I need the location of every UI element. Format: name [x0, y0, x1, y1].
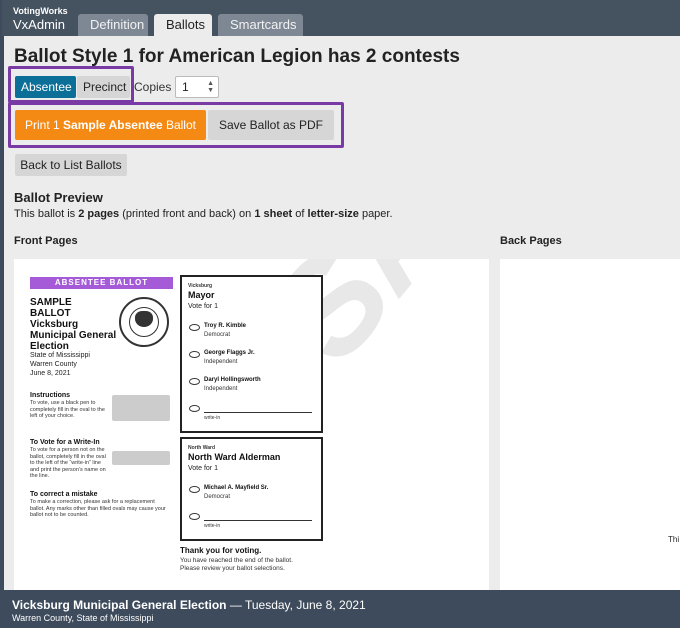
candidate-oval[interactable] [189, 486, 200, 493]
desc-part-4: paper. [358, 208, 393, 220]
candidate-name: George Flaggs Jr. [204, 350, 255, 356]
brand-app: VxAdmin [13, 17, 66, 32]
writein-label: write-in [204, 523, 221, 529]
candidate-name: Daryl Hollingsworth [204, 377, 261, 383]
ballot-sub-line: Warren County [30, 361, 77, 368]
desc-part-3: of [292, 208, 308, 220]
candidate-oval[interactable] [189, 351, 200, 358]
mistake-heading: To correct a mistake [30, 491, 98, 498]
writein-line[interactable] [204, 520, 312, 521]
writein-label: write-in [204, 415, 221, 421]
print-bold: Sample Absentee [63, 118, 163, 132]
contest-vote-for: Vote for 1 [188, 303, 218, 310]
print-suffix: Ballot [162, 118, 196, 132]
mistake-text: To make a correction, please ask for a r… [30, 499, 166, 518]
brand-org: VotingWorks [13, 6, 68, 16]
back-page-text: Thi [668, 535, 680, 544]
back-to-list-button[interactable]: Back to List Ballots [15, 154, 127, 176]
thanks-heading: Thank you for voting. [180, 546, 262, 555]
copies-input[interactable]: 1 ▲ ▼ [175, 76, 219, 98]
ballot-sub-line: June 8, 2021 [30, 370, 71, 377]
ballot-head-line: Municipal General [30, 330, 117, 341]
election-date: Tuesday, June 8, 2021 [244, 598, 366, 612]
contest-jurisdiction: Vicksburg [188, 283, 213, 289]
desc-size: letter-size [307, 208, 359, 220]
writein-illustration-icon [112, 451, 170, 465]
top-nav: VotingWorks VxAdmin Definition Ballots S… [2, 0, 680, 36]
absentee-banner: ABSENTEE BALLOT [30, 277, 173, 289]
ballot-back-page: Thi [500, 259, 680, 590]
contest-mayor: Vicksburg Mayor Vote for 1 Troy R. Kimbl… [180, 275, 323, 433]
print-ballot-button[interactable]: Print 1 Sample Absentee Ballot [15, 110, 206, 140]
tab-definition[interactable]: Definition [78, 14, 148, 36]
contest-vote-for: Vote for 1 [188, 465, 218, 472]
ballot-sub-line: State of Mississippi [30, 352, 90, 359]
preview-description: This ballot is 2 pages (printed front an… [14, 208, 393, 220]
candidate-party: Independent [204, 386, 238, 392]
writein-heading: To Vote for a Write-In [30, 439, 100, 446]
candidate-party: Democrat [204, 494, 231, 500]
thanks-text: You have reached the end of the ballot. … [180, 557, 293, 572]
contest-title: North Ward Alderman [188, 452, 281, 462]
main-content: Ballot Style 1 for American Legion has 2… [4, 36, 680, 590]
front-pages-heading: Front Pages [14, 235, 78, 247]
writein-oval[interactable] [189, 405, 200, 412]
writein-line[interactable] [204, 412, 312, 413]
contest-north-ward-alderman: North Ward North Ward Alderman Vote for … [180, 437, 323, 541]
app-window: VotingWorks VxAdmin Definition Ballots S… [0, 0, 680, 628]
desc-sheet: 1 sheet [254, 208, 293, 220]
writein-text: To vote for a person not on the ballot, … [30, 447, 106, 479]
ballot-head-line: SAMPLE [30, 297, 72, 308]
footer-election-line: Vicksburg Municipal General Election — T… [12, 598, 366, 612]
ballot-subheader: State of Mississippi Warren County June … [30, 351, 90, 378]
contest-title: Mayor [188, 290, 215, 300]
candidate-party: Democrat [204, 332, 231, 338]
stepper-icon[interactable]: ▲ ▼ [207, 80, 214, 94]
instructions-text: To vote, use a black pen to completely f… [30, 400, 105, 419]
ballot-head-line: Vicksburg [30, 319, 79, 330]
desc-pages: 2 pages [78, 208, 120, 220]
candidate-party: Independent [204, 359, 238, 365]
ballot-front-page: SAMPLE ABSENTEE BALLOT SAMPLE BALLOT Vic… [14, 259, 489, 590]
back-pages-heading: Back Pages [500, 235, 562, 247]
candidate-name: Troy R. Kimble [204, 323, 247, 329]
pen-fill-illustration-icon [112, 395, 170, 421]
page-title: Ballot Style 1 for American Legion has 2… [14, 46, 460, 67]
instructions-heading: Instructions [30, 392, 71, 399]
copies-value: 1 [182, 80, 189, 94]
writein-oval[interactable] [189, 513, 200, 520]
footer-separator: — [226, 598, 245, 612]
contest-jurisdiction: North Ward [188, 445, 216, 451]
state-seal-icon [119, 297, 169, 347]
candidate-oval[interactable] [189, 378, 200, 385]
preview-heading: Ballot Preview [14, 190, 103, 205]
candidate-name: Michael A. Mayfield Sr. [204, 485, 269, 491]
desc-part-1: This ballot is [14, 208, 79, 220]
election-footer: Vicksburg Municipal General Election — T… [2, 590, 680, 628]
ballot-head-line: BALLOT [30, 308, 71, 319]
ballot-header: SAMPLE BALLOT Vicksburg Municipal Genera… [30, 297, 120, 352]
precinct-toggle[interactable]: Precinct [77, 76, 130, 98]
election-location: Warren County, State of Mississippi [12, 613, 154, 623]
tab-smartcards[interactable]: Smartcards [218, 14, 303, 36]
candidate-oval[interactable] [189, 324, 200, 331]
copies-label: Copies [134, 80, 172, 94]
absentee-toggle[interactable]: Absentee [15, 76, 76, 98]
save-pdf-button[interactable]: Save Ballot as PDF [208, 110, 334, 140]
desc-part-2: (printed front and back) on [119, 208, 255, 220]
election-name: Vicksburg Municipal General Election [12, 598, 227, 612]
print-prefix: Print 1 [25, 118, 64, 132]
brand: VotingWorks VxAdmin [13, 6, 68, 32]
tab-ballots[interactable]: Ballots [154, 14, 212, 36]
